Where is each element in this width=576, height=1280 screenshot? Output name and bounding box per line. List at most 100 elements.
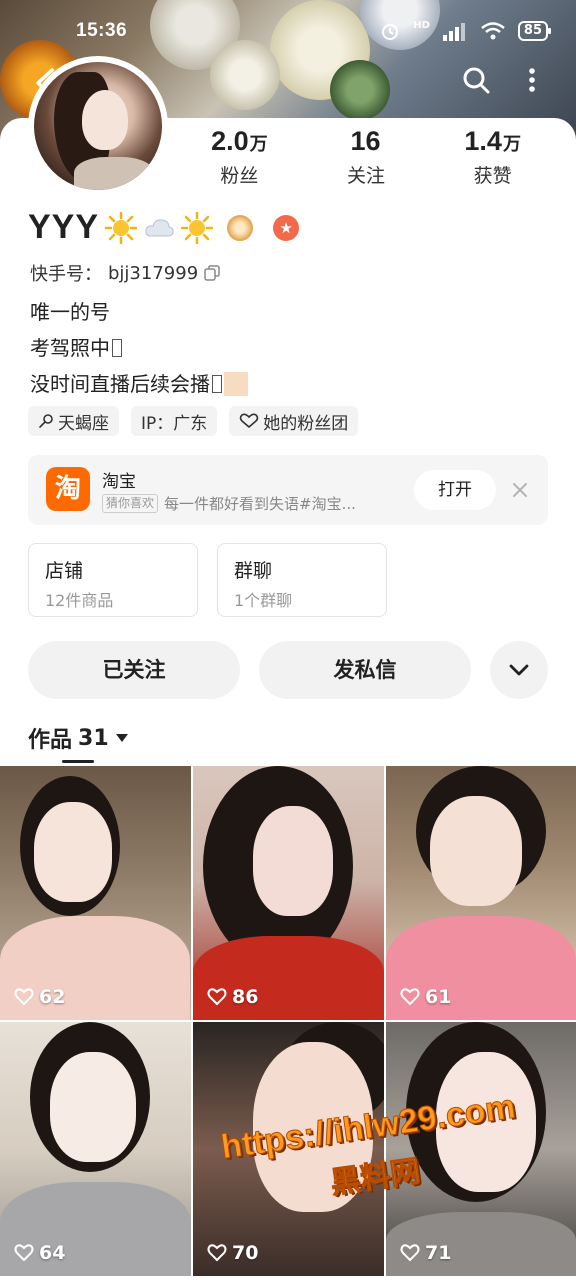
profile-name-row: YYY ★ bbox=[28, 208, 300, 247]
shop-title: 店铺 bbox=[45, 560, 84, 582]
video-tile[interactable]: 70 bbox=[193, 1022, 384, 1276]
stat-value: 2.0 bbox=[211, 126, 249, 156]
followed-button[interactable]: 已关注 bbox=[28, 641, 240, 699]
tag-label: IP：广东 bbox=[141, 413, 208, 434]
tab-indicator bbox=[62, 760, 94, 763]
stat-likes[interactable]: 1.4万 获赞 bbox=[429, 126, 556, 188]
like-count: 61 bbox=[400, 986, 451, 1008]
like-count: 64 bbox=[14, 1242, 65, 1264]
video-tile[interactable]: 86 bbox=[193, 766, 384, 1020]
copy-icon[interactable] bbox=[204, 265, 220, 281]
shop-subtitle: 12件商品 bbox=[45, 591, 114, 610]
stat-followers[interactable]: 2.0万 粉丝 bbox=[176, 126, 303, 188]
like-count-value: 71 bbox=[425, 1242, 452, 1264]
taobao-logo-icon: 淘 bbox=[46, 467, 90, 511]
bio-line: 没时间直播后续会播 bbox=[30, 372, 210, 396]
tag-fan-club[interactable]: 她的粉丝团 bbox=[229, 406, 359, 436]
kuaishou-id-label: 快手号： bbox=[30, 264, 102, 285]
stat-label: 获赞 bbox=[473, 165, 512, 187]
tag-label: 她的粉丝团 bbox=[263, 413, 349, 434]
like-count: 86 bbox=[207, 986, 258, 1008]
heart-outline-icon bbox=[207, 1244, 227, 1262]
stat-following[interactable]: 16 关注 bbox=[303, 126, 430, 188]
heart-outline-icon bbox=[400, 988, 420, 1006]
works-grid: 62 86 61 64 70 71 bbox=[0, 766, 576, 1276]
caret-down-icon bbox=[115, 734, 128, 742]
shop-card[interactable]: 店铺 12件商品 bbox=[28, 543, 198, 617]
wifi-icon bbox=[481, 22, 505, 40]
like-count-value: 64 bbox=[39, 1242, 66, 1264]
alarm-icon bbox=[382, 24, 399, 40]
stat-value: 1.4 bbox=[464, 126, 502, 156]
tab-works-count: 31 bbox=[78, 725, 109, 751]
tag-zodiac[interactable]: 天蝎座 bbox=[28, 406, 119, 436]
group-chat-card[interactable]: 群聊 1个群聊 bbox=[217, 543, 387, 617]
bio-line: 唯一的号 bbox=[30, 300, 110, 324]
status-bar: 15:36 HD 85 bbox=[0, 0, 576, 60]
profile-bio: 唯一的号 考驾照中 没时间直播后续会播 bbox=[30, 294, 248, 402]
video-tile[interactable]: 71 bbox=[386, 1022, 576, 1276]
network-label: HD bbox=[413, 19, 430, 31]
like-count: 71 bbox=[400, 1242, 451, 1264]
taobao-subtitle-row: 猜你喜欢 每一件都好看到失语#淘宝... bbox=[102, 493, 356, 514]
taobao-open-button[interactable]: 打开 bbox=[414, 470, 496, 510]
like-count-value: 86 bbox=[232, 986, 259, 1008]
heart-outline-icon bbox=[400, 1244, 420, 1262]
stat-unit: 万 bbox=[502, 134, 521, 154]
like-count-value: 61 bbox=[425, 986, 452, 1008]
tag-label: 天蝎座 bbox=[58, 413, 109, 434]
kuaishou-id-row: 快手号： bjj317999 bbox=[30, 260, 220, 286]
avatar[interactable] bbox=[28, 56, 168, 196]
tab-works-label: 作品 bbox=[28, 728, 73, 753]
video-tile[interactable]: 64 bbox=[0, 1022, 191, 1276]
level-badge-icon[interactable] bbox=[227, 214, 254, 241]
tag-ip: IP：广东 bbox=[131, 406, 218, 436]
video-tile[interactable]: 61 bbox=[386, 766, 576, 1020]
status-time: 15:36 bbox=[76, 20, 128, 41]
taobao-chip: 猜你喜欢 bbox=[102, 494, 159, 513]
profile-name: YYY bbox=[28, 208, 100, 246]
avatar-image bbox=[34, 62, 162, 190]
scorpio-icon bbox=[39, 414, 53, 428]
missing-glyph-box bbox=[112, 339, 122, 357]
video-tile[interactable]: 62 bbox=[0, 766, 191, 1020]
emoji-square bbox=[224, 372, 248, 396]
like-count-value: 62 bbox=[39, 986, 66, 1008]
group-chat-title: 群聊 bbox=[234, 560, 273, 582]
stat-value: 16 bbox=[350, 126, 381, 156]
profile-tags: 天蝎座 IP：广东 她的粉丝团 bbox=[28, 406, 359, 436]
taobao-card[interactable]: 淘 淘宝 猜你喜欢 每一件都好看到失语#淘宝... 打开 bbox=[28, 455, 548, 525]
stat-unit: 万 bbox=[249, 134, 268, 154]
close-icon[interactable] bbox=[508, 478, 532, 502]
search-icon[interactable] bbox=[462, 66, 490, 94]
star-badge-icon[interactable]: ★ bbox=[273, 214, 300, 241]
more-dots-icon[interactable] bbox=[518, 66, 546, 94]
heart-outline-icon bbox=[14, 1244, 34, 1262]
stat-label: 关注 bbox=[347, 165, 386, 187]
missing-glyph-box bbox=[212, 375, 222, 393]
battery-indicator: 85 bbox=[517, 21, 552, 41]
taobao-subtitle: 每一件都好看到失语#淘宝... bbox=[164, 495, 356, 513]
sun-emoji bbox=[181, 211, 214, 244]
profile-stats: 2.0万 粉丝 16 关注 1.4万 获赞 bbox=[176, 126, 556, 188]
send-message-button[interactable]: 发私信 bbox=[259, 641, 471, 699]
like-count: 70 bbox=[207, 1242, 258, 1264]
stat-label: 粉丝 bbox=[220, 165, 259, 187]
profile-sheet: 2.0万 粉丝 16 关注 1.4万 获赞 YYY ★ 快手号： bjj3179… bbox=[0, 56, 576, 1280]
like-count-value: 70 bbox=[232, 1242, 259, 1264]
like-count: 62 bbox=[14, 986, 65, 1008]
bio-line: 考驾照中 bbox=[30, 336, 110, 360]
heart-outline-icon bbox=[239, 413, 259, 429]
chevron-down-icon bbox=[509, 664, 529, 676]
cloud-emoji bbox=[145, 218, 174, 236]
signal-icon bbox=[442, 23, 465, 41]
taobao-title: 淘宝 bbox=[102, 472, 136, 492]
sun-emoji bbox=[105, 211, 138, 244]
heart-outline-icon bbox=[14, 988, 34, 1006]
heart-outline-icon bbox=[207, 988, 227, 1006]
expand-button[interactable] bbox=[490, 641, 548, 699]
group-chat-subtitle: 1个群聊 bbox=[234, 591, 293, 610]
tab-works[interactable]: 作品 31 bbox=[28, 722, 129, 754]
banner-leaf bbox=[330, 60, 390, 120]
kuaishou-id-value: bjj317999 bbox=[108, 262, 199, 284]
